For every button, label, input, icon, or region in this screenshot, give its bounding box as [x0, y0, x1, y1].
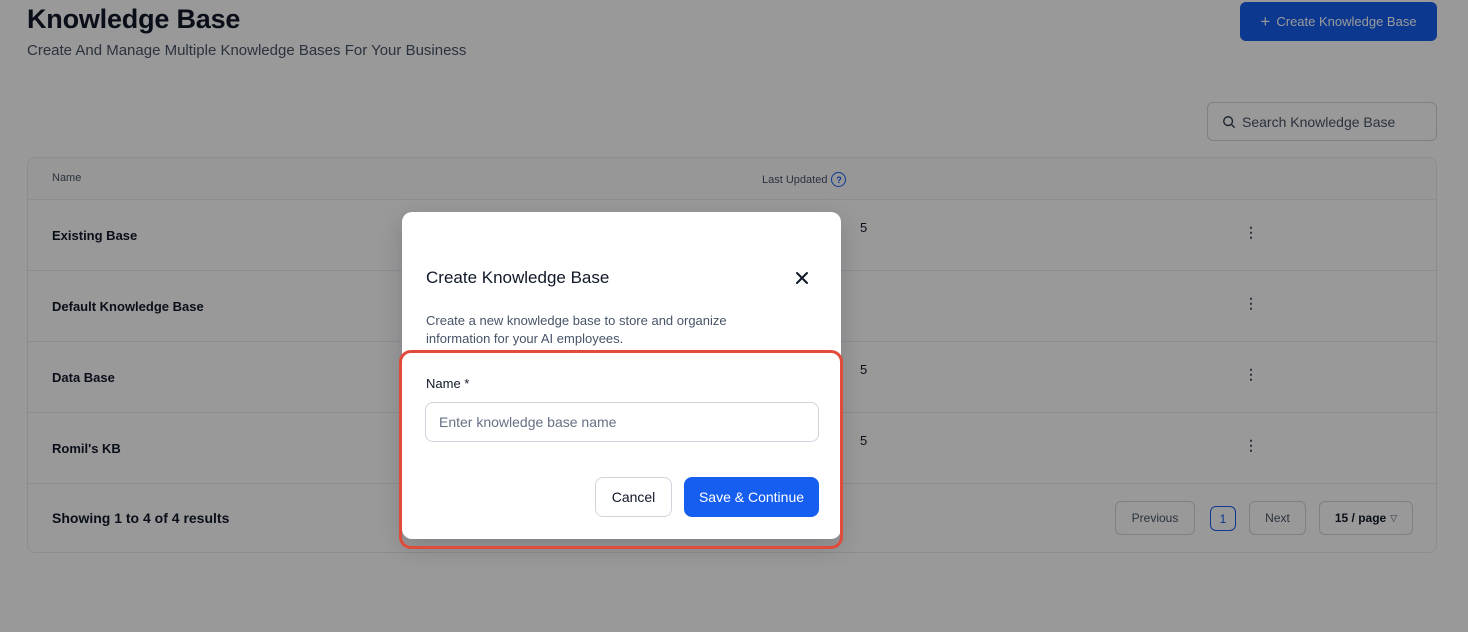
cancel-button[interactable]: Cancel	[595, 477, 672, 517]
dialog-description: Create a new knowledge base to store and…	[426, 313, 727, 346]
dialog-title: Create Knowledge Base	[426, 268, 610, 287]
name-field-label: Name *	[426, 376, 470, 391]
create-knowledge-base-dialog: Create Knowledge Base Create a new knowl…	[402, 212, 841, 539]
knowledge-base-name-input[interactable]	[425, 402, 819, 442]
save-and-continue-button[interactable]: Save & Continue	[684, 477, 819, 517]
close-icon[interactable]	[792, 268, 812, 288]
